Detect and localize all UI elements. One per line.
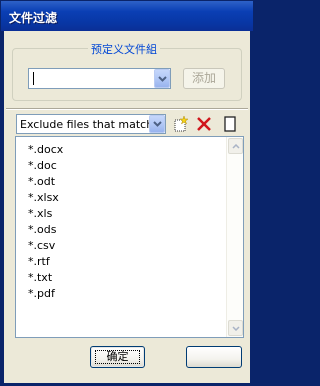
new-item-icon[interactable] bbox=[170, 115, 190, 133]
filter-dropdown-button[interactable] bbox=[149, 115, 165, 133]
list-item[interactable]: *.csv bbox=[28, 238, 63, 254]
list-item[interactable]: *.pdf bbox=[28, 286, 63, 302]
arrow-down-icon bbox=[232, 326, 240, 331]
window-title: 文件过滤 bbox=[9, 11, 58, 25]
predefined-group-select[interactable] bbox=[28, 68, 171, 89]
pattern-items: *.docx *.doc *.odt *.xlsx *.xls *.ods *.csv *.r… bbox=[28, 142, 63, 302]
filter-mode-value: Exclude files that match: bbox=[20, 118, 157, 131]
delete-x-icon[interactable] bbox=[194, 115, 214, 133]
group-legend: 预定义文件組 bbox=[88, 41, 160, 57]
list-item[interactable]: *.rtf bbox=[28, 254, 63, 270]
list-item[interactable]: *.doc bbox=[28, 158, 63, 174]
file-filter-dialog: 文件过滤 预定义文件組 添加 Exclude files that match: bbox=[0, 0, 254, 386]
cancel-button[interactable] bbox=[186, 346, 242, 368]
ok-button[interactable]: 确定 bbox=[90, 346, 145, 368]
title-bar[interactable]: 文件过滤 bbox=[1, 1, 253, 31]
chevron-down-icon bbox=[158, 76, 167, 82]
list-item[interactable]: *.xlsx bbox=[28, 190, 63, 206]
list-item[interactable]: *.xls bbox=[28, 206, 63, 222]
list-item[interactable]: *.docx bbox=[28, 142, 63, 158]
file-pattern-list[interactable]: *.docx *.doc *.odt *.xlsx *.xls *.ods *.csv *.r… bbox=[15, 136, 244, 338]
dialog-body: 预定义文件組 添加 Exclude files that match: *.do… bbox=[4, 31, 250, 383]
chevron-down-icon bbox=[153, 121, 162, 127]
filter-mode-select[interactable]: Exclude files that match: bbox=[16, 114, 166, 134]
scroll-down-button[interactable] bbox=[228, 320, 243, 336]
scroll-up-button[interactable] bbox=[228, 138, 243, 154]
edit-box-icon[interactable] bbox=[220, 115, 240, 133]
list-item[interactable]: *.odt bbox=[28, 174, 63, 190]
focus-ring bbox=[95, 350, 140, 364]
arrow-up-icon bbox=[232, 144, 240, 149]
vertical-scrollbar[interactable] bbox=[226, 137, 243, 337]
divider bbox=[6, 108, 248, 110]
list-item[interactable]: *.txt bbox=[28, 270, 63, 286]
add-button[interactable]: 添加 bbox=[183, 68, 225, 89]
dropdown-button[interactable] bbox=[154, 69, 170, 88]
list-item[interactable]: *.ods bbox=[28, 222, 63, 238]
text-caret bbox=[33, 72, 34, 85]
